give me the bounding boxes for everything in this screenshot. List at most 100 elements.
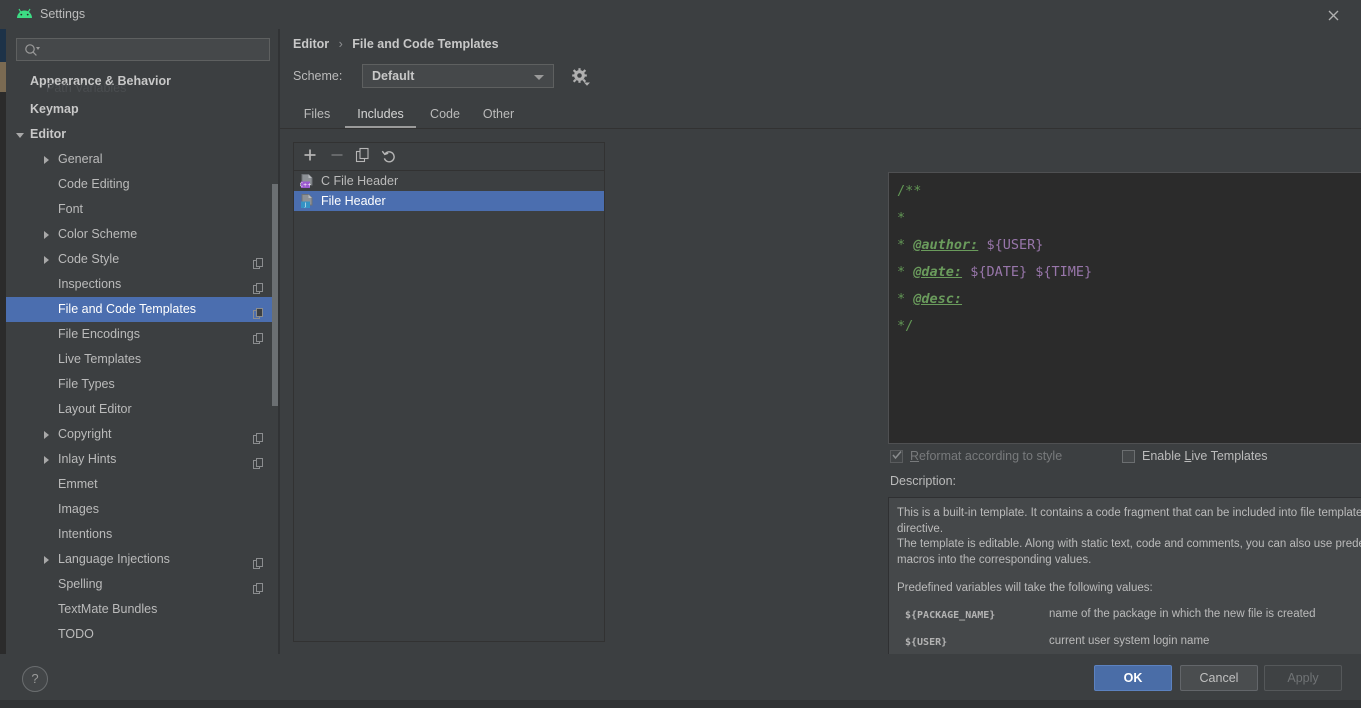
settings-tree: Appearance & Behavior Path Variables Keyma… <box>6 69 278 654</box>
sidebar-item-emmet[interactable]: Emmet <box>6 472 278 497</box>
code-line: * @author: ${USER} <box>897 237 1044 253</box>
chevron-down-icon[interactable] <box>16 133 24 138</box>
sidebar-item-label: Images <box>58 502 99 516</box>
sidebar-item-label: File Encodings <box>58 327 140 341</box>
gear-icon[interactable] <box>570 66 592 91</box>
desc-p1-a: This is a built-in template. It contains… <box>897 507 1361 519</box>
variable-name: ${PACKAGE_NAME} <box>905 609 996 621</box>
help-button[interactable]: ? <box>22 666 48 692</box>
sidebar-item-file-encodings[interactable]: File Encodings <box>6 322 278 347</box>
add-template-button[interactable] <box>302 147 322 167</box>
sidebar-item-code-editing[interactable]: Code Editing <box>6 172 278 197</box>
chevron-right-icon[interactable] <box>44 456 49 464</box>
sidebar-item-inlay-hints[interactable]: Inlay Hints <box>6 447 278 472</box>
file-template-icon: J <box>300 194 315 215</box>
description-paragraph-2: The template is editable. Along with sta… <box>897 538 1361 566</box>
chevron-down-icon <box>534 75 544 80</box>
chevron-right-icon[interactable] <box>44 556 49 564</box>
reformat-label-text: eformat according to style <box>919 449 1063 463</box>
description-label: Description: <box>890 474 956 488</box>
sidebar-item-label: Inspections <box>58 277 122 291</box>
list-item[interactable]: J File Header <box>294 191 604 211</box>
sidebar-item-images[interactable]: Images <box>6 497 278 522</box>
window-title: Settings <box>40 7 86 21</box>
window-bottom-edge <box>0 700 1361 708</box>
sidebar-item-code-style[interactable]: Code Style <box>6 247 278 272</box>
tab-underline <box>280 128 1361 129</box>
sidebar-item-general[interactable]: General <box>6 147 278 172</box>
settings-content: Editor › File and Code Templates Scheme:… <box>280 29 1361 669</box>
tab-label: Code <box>430 107 460 121</box>
sidebar-item-textmate-bundles[interactable]: TextMate Bundles <box>6 597 278 622</box>
scheme-dropdown[interactable]: Default <box>362 64 554 88</box>
breadcrumb-separator-icon: › <box>338 37 343 51</box>
template-list: C++ C File Header J File Header <box>294 171 604 641</box>
sidebar-item-label: Code Editing <box>58 177 130 191</box>
tab-files[interactable]: Files <box>293 101 341 128</box>
cancel-button[interactable]: Cancel <box>1180 665 1258 691</box>
close-icon[interactable] <box>1323 5 1345 25</box>
search-icon <box>24 43 40 61</box>
sidebar-item-color-scheme[interactable]: Color Scheme <box>6 222 278 247</box>
chevron-right-icon[interactable] <box>44 156 49 164</box>
sidebar-item-label: Editor <box>30 127 67 141</box>
ok-button[interactable]: OK <box>1094 665 1172 691</box>
sidebar-item-copyright[interactable]: Copyright <box>6 422 278 447</box>
sidebar-item-editor[interactable]: Editor <box>6 122 278 147</box>
apply-button[interactable]: Apply <box>1264 665 1342 691</box>
sidebar-item-label: Path Variables <box>46 83 127 95</box>
template-list-toolbar <box>294 143 604 171</box>
sidebar-item-inspections[interactable]: Inspections <box>6 272 278 297</box>
remove-template-button <box>329 147 349 167</box>
tab-other[interactable]: Other <box>472 101 525 128</box>
chevron-right-icon[interactable] <box>44 231 49 239</box>
sidebar-item-label: Intentions <box>58 527 113 541</box>
sidebar-item-label: Copyright <box>58 427 112 441</box>
sidebar-item-label: General <box>58 152 103 166</box>
scheme-label: Scheme: <box>293 69 343 83</box>
sidebar-item-label: TextMate Bundles <box>58 602 158 616</box>
sidebar-item-language-injections[interactable]: Language Injections <box>6 547 278 572</box>
chevron-right-icon[interactable] <box>44 256 49 264</box>
code-line: * @desc: <box>897 291 963 307</box>
sidebar-item-font[interactable]: Font <box>6 197 278 222</box>
breadcrumb-parent[interactable]: Editor <box>293 37 329 51</box>
sidebar-item-file-types[interactable]: File Types <box>6 372 278 397</box>
tab-label: Other <box>482 107 515 121</box>
template-code-editor[interactable]: /** * * @author: ${USER} * @date: ${DATE} $… <box>888 172 1361 444</box>
sidebar-item-label: Color Scheme <box>58 227 138 241</box>
template-tabs: Files Includes Code Other <box>280 101 1361 129</box>
tab-label: Files <box>303 107 331 121</box>
sidebar-item-file-and-code-templates[interactable]: File and Code Templates <box>6 297 278 322</box>
check-icon <box>891 449 903 464</box>
sidebar-item-layout-editor[interactable]: Layout Editor <box>6 397 278 422</box>
reformat-checkbox-label: Reformat according to style <box>910 449 1062 463</box>
copy-template-button[interactable] <box>355 147 375 167</box>
sidebar-item-label: File Types <box>58 377 115 391</box>
sidebar-item-intentions[interactable]: Intentions <box>6 522 278 547</box>
sidebar-item-label: Language Injections <box>58 552 170 566</box>
variable-description: name of the package in which the new fil… <box>1049 607 1316 620</box>
template-code-content: /** * * @author: ${USER} * @date: ${DATE} $… <box>897 178 1092 340</box>
sidebar-item-label: TODO <box>58 627 94 641</box>
sidebar-item-label: Live Templates <box>58 352 142 366</box>
tab-code[interactable]: Code <box>421 101 469 128</box>
breadcrumb-current: File and Code Templates <box>352 37 499 51</box>
description-content: This is a built-in template. It contains… <box>897 505 1361 668</box>
reset-template-button[interactable] <box>381 147 401 167</box>
tab-includes[interactable]: Includes <box>343 101 418 128</box>
search-input[interactable] <box>45 39 271 62</box>
reformat-mnemonic: R <box>910 449 920 463</box>
tab-label: Includes <box>357 107 404 121</box>
sidebar-item-spelling[interactable]: Spelling <box>6 572 278 597</box>
description-panel: This is a built-in template. It contains… <box>888 497 1361 669</box>
sidebar-item-path-variables[interactable]: Path Variables <box>6 83 278 97</box>
sidebar-item-todo[interactable]: TODO <box>6 622 278 647</box>
sidebar-item-keymap[interactable]: Keymap <box>6 97 278 122</box>
search-field[interactable] <box>16 38 271 62</box>
chevron-right-icon[interactable] <box>44 431 49 439</box>
list-item[interactable]: C++ C File Header <box>294 171 604 191</box>
settings-sidebar: Appearance & Behavior Path Variables Keyma… <box>6 29 279 654</box>
code-line: * <box>897 210 906 226</box>
sidebar-item-live-templates[interactable]: Live Templates <box>6 347 278 372</box>
